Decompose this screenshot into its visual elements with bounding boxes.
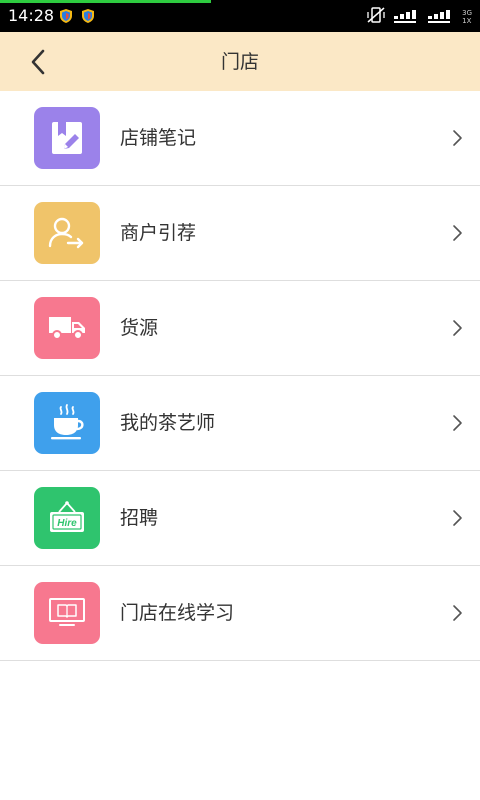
menu-item-supply-source[interactable]: 货源 xyxy=(0,281,480,376)
menu-item-recruitment[interactable]: Hire 招聘 xyxy=(0,471,480,566)
signal-icon xyxy=(428,6,454,28)
network-type-bottom: 1X xyxy=(462,17,472,25)
hot-tea-cup-icon xyxy=(51,404,84,440)
loading-progress-bar xyxy=(0,0,212,3)
menu-item-merchant-referral[interactable]: 商户引荐 xyxy=(0,186,480,281)
shield-app-icon xyxy=(80,8,96,24)
chevron-right-icon xyxy=(453,130,462,146)
menu-icon-tile xyxy=(34,202,100,264)
menu-item-label: 货源 xyxy=(120,317,159,339)
signal-icon xyxy=(394,6,420,28)
vibrate-off-icon xyxy=(366,6,386,28)
network-type-label: 3G 1X xyxy=(462,9,472,25)
menu-icon-tile xyxy=(34,107,100,169)
app-header: 门店 xyxy=(0,32,480,91)
menu-item-label: 招聘 xyxy=(120,507,159,529)
user-referral-icon xyxy=(48,217,84,249)
status-time: 14:28 xyxy=(8,6,55,25)
status-bar: 14:28 3G 1X xyxy=(0,0,480,32)
chevron-right-icon xyxy=(453,320,462,336)
menu-icon-tile xyxy=(34,392,100,454)
page-title: 门店 xyxy=(220,51,259,73)
menu-icon-tile: Hire xyxy=(34,487,100,549)
network-type-top: 3G xyxy=(462,9,472,17)
shield-app-icon xyxy=(58,8,74,24)
menu-item-label: 商户引荐 xyxy=(120,222,197,244)
notebook-pen-icon xyxy=(52,122,82,154)
online-learning-monitor-icon xyxy=(49,598,85,626)
menu-icon-tile xyxy=(34,297,100,359)
status-indicators: 3G 1X xyxy=(366,6,472,28)
status-app-icons xyxy=(58,8,96,24)
menu-item-online-learning[interactable]: 门店在线学习 xyxy=(0,566,480,661)
chevron-right-icon xyxy=(453,225,462,241)
menu-item-store-notes[interactable]: 店铺笔记 xyxy=(0,91,480,186)
menu-icon-tile xyxy=(34,582,100,644)
chevron-right-icon xyxy=(453,605,462,621)
menu-item-label: 门店在线学习 xyxy=(120,602,235,624)
menu-item-label: 我的茶艺师 xyxy=(120,412,216,434)
chevron-right-icon xyxy=(453,415,462,431)
menu-item-label: 店铺笔记 xyxy=(120,127,197,149)
chevron-right-icon xyxy=(453,510,462,526)
delivery-truck-icon xyxy=(49,317,85,340)
hire-sign-icon: Hire xyxy=(50,501,84,532)
store-menu-list: 店铺笔记 商户引荐 货源 我的茶艺师 Hire 招聘 门店在线学习 xyxy=(0,91,480,661)
menu-item-my-tea-artist[interactable]: 我的茶艺师 xyxy=(0,376,480,471)
hire-sign-text: Hire xyxy=(57,518,77,529)
